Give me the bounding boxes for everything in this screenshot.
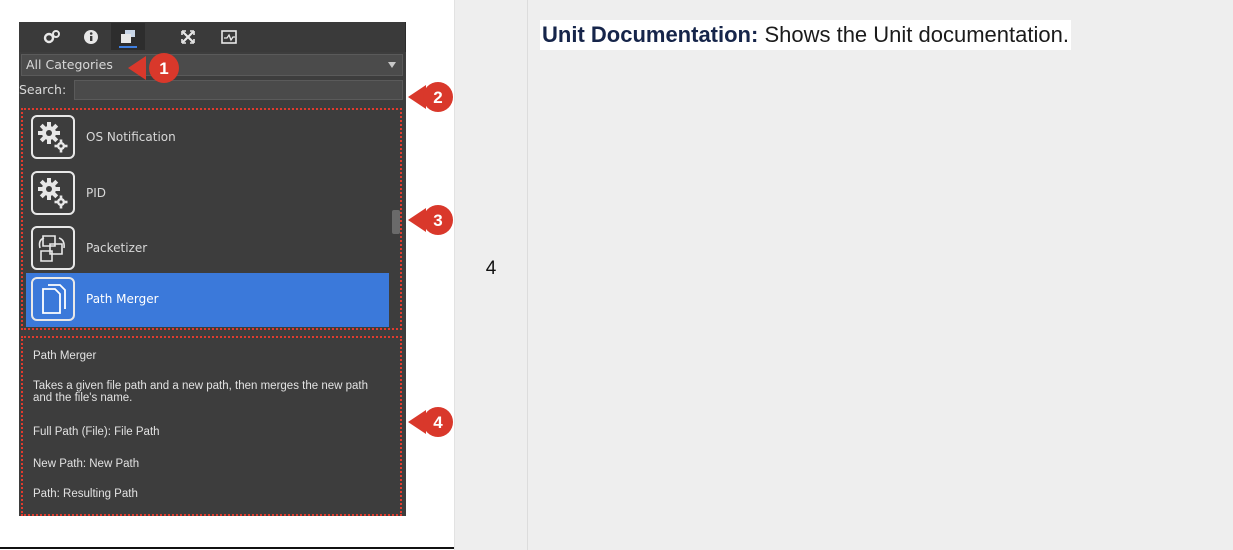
doc-output: Path: Resulting Path: [33, 488, 138, 500]
row-number-cell: 4: [455, 0, 528, 550]
packetizer-icon: [31, 226, 75, 270]
info-icon[interactable]: [74, 23, 108, 50]
callout-number: 2: [433, 88, 442, 107]
documents-icon: [31, 277, 75, 321]
table-bottom-border: [0, 547, 454, 549]
units-panel: All Categories Search: OS Notification P…: [19, 22, 406, 516]
search-input[interactable]: [74, 80, 403, 100]
toolbar-divider: [405, 22, 406, 52]
chevron-down-icon: [388, 62, 396, 68]
monitor-icon[interactable]: [212, 23, 246, 50]
unit-label: OS Notification: [86, 130, 176, 144]
gears-icon: [31, 115, 75, 159]
unit-item-packetizer[interactable]: Packetizer: [26, 222, 389, 276]
doc-input: New Path: New Path: [33, 458, 140, 470]
unit-label: PID: [86, 186, 107, 200]
callout-1: 1: [128, 53, 179, 83]
category-select[interactable]: All Categories: [21, 54, 403, 76]
callout-3: 3: [408, 205, 453, 235]
callout-2: 2: [408, 82, 453, 112]
unit-documentation: Path Merger Takes a given file path and …: [21, 336, 402, 516]
screenshot-cell: All Categories Search: OS Notification P…: [0, 0, 455, 550]
unit-item-path-merger[interactable]: Path Merger: [26, 273, 389, 327]
gears-icon: [31, 171, 75, 215]
callout-number: 1: [159, 59, 168, 78]
unit-label: Path Merger: [86, 292, 159, 306]
gears-icon[interactable]: [35, 23, 69, 50]
doc-title: Path Merger: [33, 350, 97, 362]
category-select-value: All Categories: [26, 57, 113, 72]
doc-input: Full Path (File): File Path: [33, 426, 160, 438]
expand-icon[interactable]: [171, 23, 205, 50]
row-number: 4: [485, 258, 497, 279]
description-cell: Unit Documentation: Shows the Unit docum…: [528, 0, 1233, 550]
list-scrollbar-thumb[interactable]: [392, 210, 400, 234]
callout-number: 3: [433, 211, 442, 230]
unit-list-highlight: OS Notification PID Packetizer Path Merg…: [21, 108, 402, 330]
description-body: Shows the Unit documentation.: [758, 22, 1069, 47]
unit-item-pid[interactable]: PID: [26, 167, 389, 221]
unit-label: Packetizer: [86, 241, 148, 255]
description-term: Unit Documentation:: [542, 22, 759, 47]
units-icon[interactable]: [111, 23, 145, 50]
callout-4: 4: [408, 407, 453, 437]
doc-summary: Takes a given file path and a new path, …: [33, 380, 368, 404]
search-label: Search:: [19, 82, 67, 97]
callout-number: 4: [433, 413, 443, 432]
description-text: Unit Documentation: Shows the Unit docum…: [540, 20, 1071, 50]
unit-item-os-notification[interactable]: OS Notification: [26, 111, 389, 165]
panel-toolbar: [19, 22, 406, 52]
